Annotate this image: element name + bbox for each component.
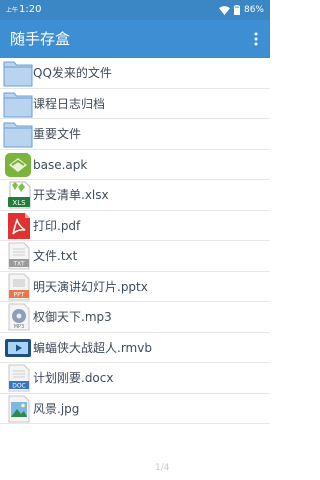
file-row-important-folder[interactable]: 重要文件	[0, 119, 270, 150]
svg-text:DOC: DOC	[12, 383, 26, 390]
app-title: 随手存盒	[10, 30, 71, 48]
file-list: QQ发来的文件 课程日志归档 重要文件 base.apk XLS 开支清单.xl…	[0, 58, 270, 480]
app-bar: 随手存盒	[0, 20, 270, 58]
file-row-xlsx[interactable]: XLS 开支清单.xlsx	[0, 180, 270, 211]
txt-file-icon: TXT	[8, 242, 30, 270]
doc-file-icon: DOC	[8, 364, 30, 392]
folder-icon	[3, 122, 33, 148]
wifi-icon	[218, 5, 230, 15]
battery-icon	[233, 5, 240, 15]
file-name: 文件.txt	[33, 249, 78, 263]
file-name: 权御天下.mp3	[33, 310, 112, 324]
file-name: 蝙蝠侠大战超人.rmvb	[33, 340, 152, 355]
more-vert-icon[interactable]	[246, 26, 266, 52]
status-time-value: 1:20	[19, 4, 42, 15]
svg-text:PPT: PPT	[14, 291, 25, 298]
file-name: QQ发来的文件	[33, 66, 112, 80]
folder-icon	[3, 92, 33, 117]
file-row-course-folder[interactable]: 课程日志归档	[0, 89, 270, 119]
file-row-jpg[interactable]: 风景.jpg	[0, 394, 270, 424]
file-name: base.apk	[33, 157, 88, 172]
status-time: 上午1:20	[6, 4, 41, 17]
file-name: 明天演讲幻灯片.pptx	[33, 279, 148, 294]
file-row-apk[interactable]: base.apk	[0, 150, 270, 180]
mp3-file-icon: MP3	[8, 303, 30, 331]
file-row-docx[interactable]: DOC 计划刚要.docx	[0, 363, 270, 394]
xlsx-file-icon: XLS	[8, 181, 31, 209]
file-row-mp3[interactable]: MP3 权御天下.mp3	[0, 302, 270, 333]
apk-file-icon	[5, 152, 31, 177]
page-indicator: 1/4	[155, 463, 170, 473]
pdf-file-icon	[8, 212, 30, 239]
status-bar: 上午1:20 86%	[0, 0, 270, 20]
svg-text:MP3: MP3	[14, 324, 25, 330]
video-file-icon	[5, 338, 31, 357]
file-name: 风景.jpg	[33, 401, 80, 416]
svg-text:TXT: TXT	[12, 261, 25, 268]
file-row-qq-folder[interactable]: QQ发来的文件	[0, 58, 270, 89]
battery-percent: 86%	[243, 5, 264, 15]
file-row-txt[interactable]: TXT 文件.txt	[0, 241, 270, 272]
file-name: 打印.pdf	[33, 218, 81, 233]
file-row-pptx[interactable]: PPT 明天演讲幻灯片.pptx	[0, 272, 270, 302]
svg-text:XLS: XLS	[12, 199, 26, 207]
status-icons: 86%	[218, 4, 264, 16]
file-name: 重要文件	[33, 127, 82, 141]
status-time-prefix: 上午	[6, 7, 19, 14]
file-name: 课程日志归档	[33, 96, 106, 111]
file-name: 开支清单.xlsx	[33, 188, 109, 202]
file-name: 计划刚要.docx	[33, 371, 114, 385]
image-file-icon	[8, 395, 30, 422]
file-row-pdf[interactable]: 打印.pdf	[0, 211, 270, 241]
ppt-file-icon: PPT	[8, 273, 30, 300]
folder-icon	[3, 61, 33, 87]
file-row-rmvb[interactable]: 蝙蝠侠大战超人.rmvb	[0, 333, 270, 363]
